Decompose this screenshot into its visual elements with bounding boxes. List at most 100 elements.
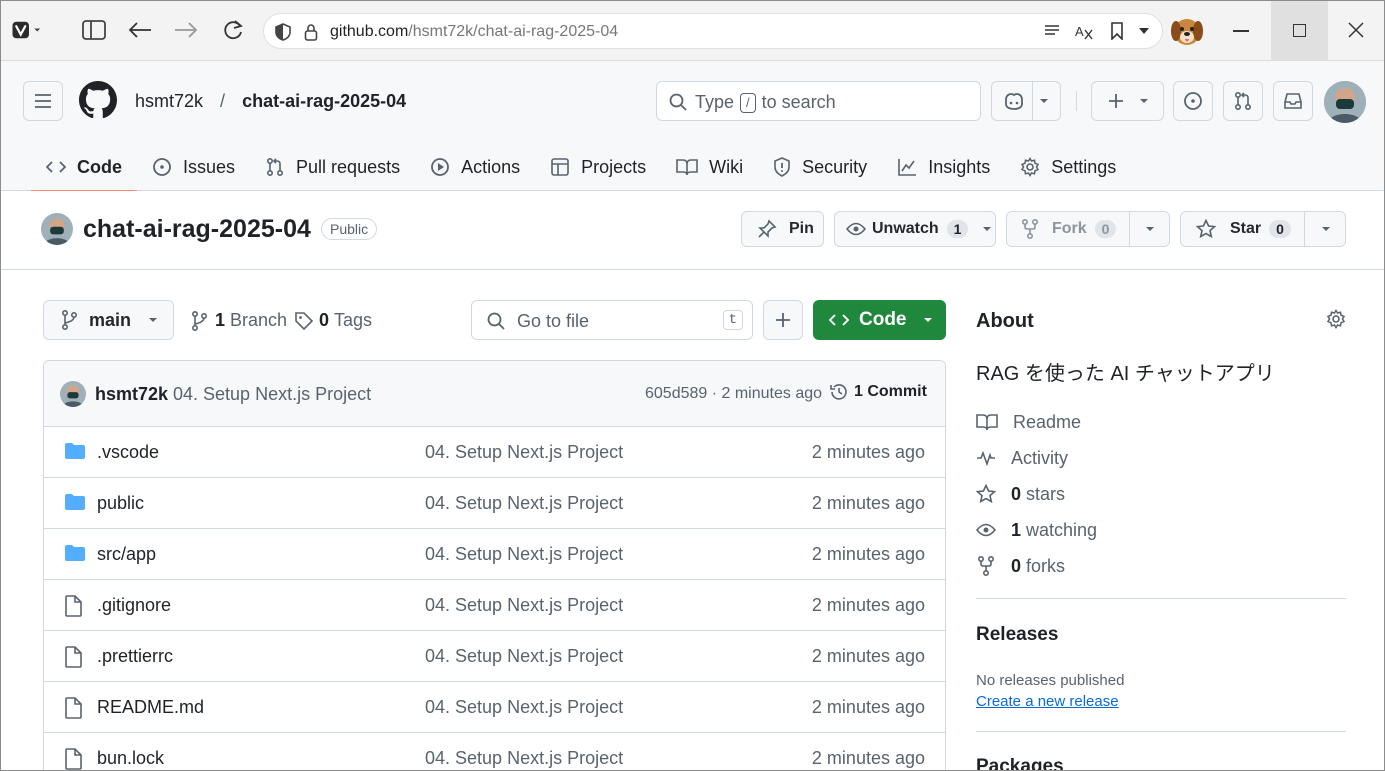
file-name[interactable]: .vscode <box>97 442 159 463</box>
table-row[interactable]: .gitignore 04. Setup Next.js Project 2 min… <box>44 580 945 631</box>
commit-count-link[interactable]: 1 Commit <box>829 382 927 402</box>
tab-wiki[interactable]: Wiki <box>661 143 758 191</box>
go-to-file-input[interactable]: Go to file t <box>471 300 753 340</box>
git-pull-request-icon <box>1234 91 1252 111</box>
commit-author-avatar[interactable] <box>60 381 86 407</box>
table-row[interactable]: src/app 04. Setup Next.js Project 2 minute… <box>44 529 945 580</box>
tab-issues[interactable]: Issues <box>137 143 250 191</box>
search-input[interactable]: Type / to search <box>656 81 981 121</box>
file-commit-message[interactable]: 04. Setup Next.js Project <box>425 544 623 565</box>
stars-link[interactable]: 0 stars <box>976 476 1346 512</box>
file-name[interactable]: public <box>97 493 144 514</box>
pulse-icon <box>977 450 995 467</box>
forward-icon[interactable] <box>171 15 201 45</box>
translate-icon[interactable]: A <box>1074 22 1094 42</box>
file-name[interactable]: README.md <box>97 697 204 718</box>
table-row[interactable]: .vscode 04. Setup Next.js Project 2 minute… <box>44 427 945 478</box>
file-commit-message[interactable]: 04. Setup Next.js Project <box>425 748 623 769</box>
maximize-button[interactable] <box>1271 1 1328 60</box>
file-icon <box>64 748 82 770</box>
github-logo-icon[interactable] <box>79 81 117 119</box>
commit-message[interactable]: 04. Setup Next.js Project <box>173 384 371 405</box>
branches-link[interactable]: 1 Branch <box>191 310 287 331</box>
tab-settings[interactable]: Settings <box>1005 143 1131 191</box>
issues-button[interactable] <box>1173 81 1213 121</box>
reader-view-icon[interactable] <box>1044 24 1060 38</box>
forks-link[interactable]: 0 forks <box>976 548 1346 584</box>
table-row[interactable]: public 04. Setup Next.js Project 2 minutes… <box>44 478 945 529</box>
table-row[interactable]: bun.lock 04. Setup Next.js Project 2 minut… <box>44 733 945 770</box>
owner-avatar[interactable] <box>41 213 73 245</box>
pull-requests-button[interactable] <box>1223 81 1263 121</box>
lock-icon[interactable] <box>304 23 318 41</box>
branch-count: 1 <box>215 310 226 330</box>
user-avatar[interactable] <box>1324 81 1366 123</box>
repo-name-heading[interactable]: chat-ai-rag-2025-04 <box>83 215 311 244</box>
file-commit-message[interactable]: 04. Setup Next.js Project <box>425 442 623 463</box>
tab-issues-label: Issues <box>183 156 236 177</box>
branch-name: main <box>89 309 132 330</box>
reload-icon[interactable] <box>218 15 248 45</box>
address-bar[interactable]: github.com/hsmt72k/chat-ai-rag-2025-04 A <box>263 13 1163 49</box>
go-to-file-key-hint: t <box>722 310 743 330</box>
file-commit-message[interactable]: 04. Setup Next.js Project <box>425 697 623 718</box>
branch-select-button[interactable]: main <box>43 300 174 340</box>
watching-link[interactable]: 1 watching <box>976 512 1346 548</box>
file-commit-message[interactable]: 04. Setup Next.js Project <box>425 646 623 667</box>
add-file-button[interactable] <box>763 300 803 340</box>
header-divider <box>1076 91 1077 111</box>
shield-icon[interactable] <box>274 22 292 42</box>
file-name[interactable]: bun.lock <box>97 748 164 769</box>
create-release-link[interactable]: Create a new release <box>976 693 1346 710</box>
table-row[interactable]: README.md 04. Setup Next.js Project 2 minu… <box>44 682 945 733</box>
owner-link[interactable]: hsmt72k <box>135 91 203 111</box>
vivaldi-menu-button[interactable] <box>11 15 41 45</box>
table-row[interactable]: .prettierrc 04. Setup Next.js Project 2 mi… <box>44 631 945 682</box>
activity-link[interactable]: Activity <box>976 440 1346 476</box>
minimize-icon[interactable] <box>1233 30 1249 32</box>
chevron-down-icon <box>1139 99 1148 103</box>
unwatch-button[interactable]: Unwatch 1 <box>834 211 996 247</box>
chevron-down-icon[interactable] <box>1138 27 1150 35</box>
back-icon[interactable] <box>125 15 155 45</box>
close-icon[interactable] <box>1348 22 1364 38</box>
star-button[interactable]: Star 0 <box>1180 211 1346 247</box>
branch-label: Branch <box>230 310 288 330</box>
tab-actions-label: Actions <box>461 156 521 177</box>
profile-avatar-icon[interactable] <box>1169 13 1205 49</box>
code-icon <box>829 314 849 326</box>
panel-toggle-icon[interactable] <box>79 15 109 45</box>
tab-pull-requests[interactable]: Pull requests <box>250 143 415 191</box>
bookmark-icon[interactable] <box>1110 22 1124 40</box>
repo-title-bar: chat-ai-rag-2025-04 Public Pin Unwatch 1… <box>1 191 1384 270</box>
tags-link[interactable]: 0 Tags <box>294 310 372 331</box>
copilot-button[interactable] <box>991 81 1061 121</box>
hamburger-menu-button[interactable] <box>23 81 63 121</box>
tab-actions[interactable]: Actions <box>415 143 535 191</box>
commit-author[interactable]: hsmt72k <box>95 384 168 405</box>
releases-heading[interactable]: Releases <box>976 624 1346 646</box>
readme-link[interactable]: Readme <box>976 404 1346 440</box>
file-name[interactable]: .prettierrc <box>97 646 173 667</box>
no-releases-text: No releases published <box>976 672 1125 689</box>
create-new-button[interactable] <box>1091 81 1164 121</box>
file-commit-message[interactable]: 04. Setup Next.js Project <box>425 595 623 616</box>
tab-insights[interactable]: Insights <box>882 143 1005 191</box>
file-name[interactable]: .gitignore <box>97 595 171 616</box>
tab-projects[interactable]: Projects <box>535 143 661 191</box>
repo-link[interactable]: chat-ai-rag-2025-04 <box>242 91 406 111</box>
gear-icon[interactable] <box>1326 309 1346 329</box>
pin-button[interactable]: Pin <box>741 211 824 247</box>
inbox-button[interactable] <box>1273 81 1313 121</box>
tab-security[interactable]: Security <box>758 143 882 191</box>
about-heading: About <box>976 310 1034 332</box>
fork-button[interactable]: Fork 0 <box>1006 211 1170 247</box>
file-commit-message[interactable]: 04. Setup Next.js Project <box>425 493 623 514</box>
watching-count: 1 <box>1011 519 1022 540</box>
tab-code[interactable]: Code <box>31 143 137 192</box>
commit-meta[interactable]: 605d589 · 2 minutes ago <box>645 385 822 403</box>
file-name[interactable]: src/app <box>97 544 156 565</box>
code-dropdown-button[interactable]: Code <box>813 300 946 340</box>
divider <box>976 731 1346 732</box>
packages-heading[interactable]: Packages <box>976 756 1346 770</box>
